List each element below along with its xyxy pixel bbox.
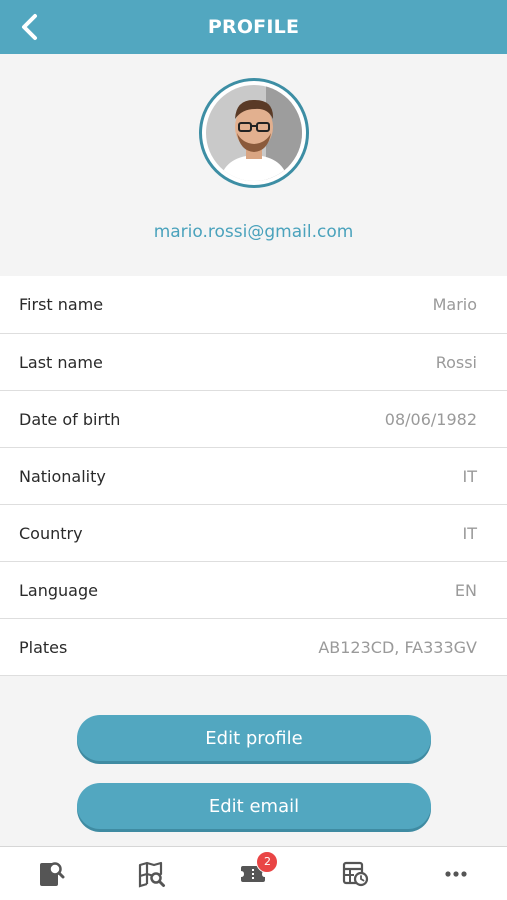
schedule-icon — [342, 861, 368, 886]
field-row-language: Language EN — [0, 562, 507, 619]
tab-schedule[interactable] — [325, 849, 385, 899]
document-search-icon — [39, 861, 65, 886]
field-label: Country — [19, 523, 83, 543]
field-value: AB123CD, FA333GV — [318, 637, 477, 657]
field-label: Nationality — [19, 466, 106, 486]
edit-profile-button[interactable]: Edit profile — [77, 715, 431, 761]
map-search-icon — [138, 861, 166, 887]
header-bar: PROFILE — [0, 0, 507, 54]
email-address: mario.rossi@gmail.com — [153, 222, 354, 242]
field-label: First name — [19, 295, 104, 314]
field-row-plates: Plates AB123CD, FA333GV — [0, 619, 507, 676]
notification-badge: 2 — [256, 850, 279, 873]
bottom-tab-bar: 2 — [0, 846, 507, 900]
field-label: Last name — [19, 352, 103, 372]
tab-document-search[interactable] — [21, 849, 81, 899]
field-value: 08/06/1982 — [384, 409, 477, 429]
field-row-nationality: Nationality IT — [0, 448, 507, 505]
field-label: Plates — [19, 637, 68, 657]
page-title: PROFILE — [207, 16, 300, 38]
field-row-country: Country IT — [0, 505, 507, 562]
field-row-last-name: Last name Rossi — [0, 334, 507, 391]
profile-summary: mario.rossi@gmail.com — [0, 54, 507, 276]
field-value: Rossi — [435, 352, 477, 372]
field-value: EN — [454, 580, 477, 600]
back-button[interactable] — [12, 9, 48, 45]
edit-email-button[interactable]: Edit email — [77, 783, 431, 829]
more-icon — [445, 870, 467, 877]
field-row-date-of-birth: Date of birth 08/06/1982 — [0, 391, 507, 448]
avatar[interactable] — [199, 78, 309, 188]
field-value: Mario — [432, 295, 477, 314]
field-label: Language — [19, 580, 98, 600]
tab-map-search[interactable] — [122, 849, 182, 899]
chevron-left-icon — [22, 14, 37, 40]
field-row-first-name: First name Mario — [0, 276, 507, 334]
profile-fields-list: First name Mario Last name Rossi Date of… — [0, 276, 507, 676]
avatar-photo — [206, 85, 302, 181]
field-label: Date of birth — [19, 409, 121, 429]
field-value: IT — [462, 523, 478, 543]
field-value: IT — [462, 466, 478, 486]
tab-more[interactable] — [426, 849, 486, 899]
tab-tickets[interactable]: 2 — [223, 849, 283, 899]
